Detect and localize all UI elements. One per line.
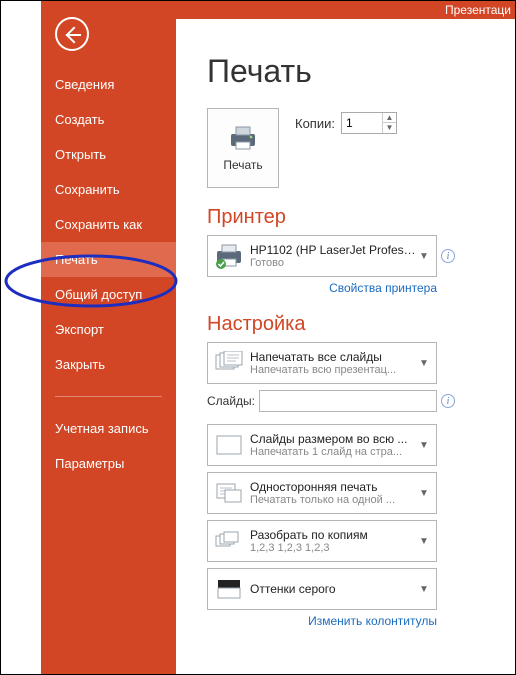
nav-options[interactable]: Параметры [41,446,176,481]
printer-section-title: Принтер [207,206,509,229]
chevron-down-icon: ▼ [416,424,432,466]
one-side-icon [212,477,246,509]
collate-icon [212,525,246,557]
back-button[interactable] [55,17,89,51]
setting-layout[interactable]: Слайды размером во всю ... Напечатать 1 … [207,424,437,466]
setting-collate[interactable]: Разобрать по копиям 1,2,3 1,2,3 1,2,3 ▼ [207,520,437,562]
nav-new[interactable]: Создать [41,102,176,137]
slides-info-icon[interactable]: i [441,394,455,408]
nav-open[interactable]: Открыть [41,137,176,172]
printer-properties-link[interactable]: Свойства принтера [207,281,437,295]
slides-range-label: Слайды: [207,394,255,408]
nav-account[interactable]: Учетная запись [41,411,176,446]
nav-info[interactable]: Сведения [41,67,176,102]
chevron-down-icon: ▼ [416,342,432,384]
nav-save[interactable]: Сохранить [41,172,176,207]
title-bar: Презентаци [176,1,515,19]
printer-icon [227,124,259,152]
grayscale-icon [212,573,246,605]
print-panel: Печать Печать Копии: ▲ ▼ [201,41,515,674]
nav-close[interactable]: Закрыть [41,347,176,382]
page-title: Печать [207,53,509,90]
backstage-sidebar: Сведения Создать Открыть Сохранить Сохра… [41,1,176,674]
copies-up[interactable]: ▲ [382,113,396,123]
copies-label: Копии: [295,116,335,131]
print-button[interactable]: Печать [207,108,279,188]
printer-info-icon[interactable]: i [441,249,455,263]
chevron-down-icon: ▼ [416,472,432,514]
settings-section-title: Настройка [207,313,509,336]
annotation-circle [1,251,181,311]
copies-down[interactable]: ▼ [382,123,396,133]
edit-header-footer-link[interactable]: Изменить колонтитулы [207,614,437,628]
copies-input[interactable] [342,116,382,130]
setting-sides[interactable]: Односторонняя печать Печатать только на … [207,472,437,514]
setting-what-to-print[interactable]: Напечатать все слайды Напечатать всю пре… [207,342,437,384]
slide-full-icon [212,429,246,461]
printer-status: Готово [250,257,416,269]
printer-dropdown[interactable]: HP1102 (HP LaserJet Professi... Готово ▼ [207,235,437,277]
setting-color[interactable]: Оттенки серого ▼ [207,568,437,610]
print-button-label: Печать [223,158,262,172]
nav-save-as[interactable]: Сохранить как [41,207,176,242]
slides-all-icon [212,347,246,379]
chevron-down-icon: ▼ [416,520,432,562]
slides-range-input[interactable] [259,390,437,412]
copies-spinner[interactable]: ▲ ▼ [341,112,397,134]
printer-name: HP1102 (HP LaserJet Professi... [250,243,416,257]
chevron-down-icon: ▼ [416,568,432,610]
nav-export[interactable]: Экспорт [41,312,176,347]
nav-separator [55,396,162,397]
printer-device-icon [212,240,246,272]
chevron-down-icon: ▼ [416,235,432,277]
